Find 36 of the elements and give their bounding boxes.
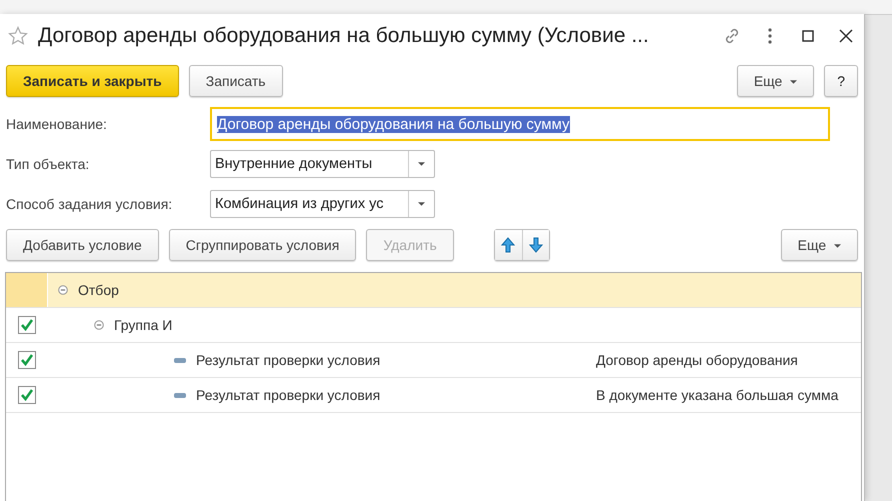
dropdown-arrow-icon [418, 202, 425, 206]
collapse-icon[interactable] [94, 320, 104, 330]
name-field[interactable]: Договор аренды оборудования на большую сумму [210, 107, 830, 141]
tree-item-label: Результат проверки условия [196, 352, 380, 368]
field-label: Способ задания условия: [6, 196, 174, 212]
arrow-up-icon [501, 237, 516, 253]
move-up-button[interactable] [494, 230, 522, 260]
checkbox[interactable] [18, 316, 36, 334]
field-label: Тип объекта: [6, 156, 90, 172]
condition-button[interactable]: Сгруппировать условия [168, 229, 356, 261]
condition-value: В документе указана большая сумма [596, 387, 838, 403]
tree-item-label: Результат проверки условия [196, 387, 380, 403]
condition-button[interactable]: Добавить условие [6, 229, 159, 261]
tree-item-label: Отбор [78, 282, 119, 298]
dropdown-field[interactable]: Внутренние документы [210, 150, 435, 178]
arrow-down-icon [528, 237, 543, 253]
collapse-icon[interactable] [58, 285, 68, 295]
checkbox[interactable] [18, 386, 36, 404]
more-button[interactable]: Еще [736, 65, 814, 97]
toolbar-button[interactable]: Записать [188, 65, 283, 97]
field-label: Наименование: [6, 116, 108, 132]
star-icon[interactable] [8, 26, 28, 46]
dropdown-arrow-icon [418, 162, 425, 166]
tree-item-label: Группа И [114, 317, 172, 333]
window-title: Договор аренды оборудования на большую сумму (Условие ... [38, 24, 650, 48]
condition-icon [174, 358, 186, 362]
help-button[interactable]: ? [824, 65, 858, 97]
caret-icon [790, 80, 798, 84]
dropdown-field[interactable]: Комбинация из других ус [210, 190, 435, 218]
toolbar-button[interactable]: Записать и закрыть [6, 65, 179, 97]
condition-value: Договор аренды оборудования [596, 352, 798, 368]
more-button[interactable]: Еще [780, 229, 858, 261]
caret-icon [834, 244, 841, 248]
condition-icon [174, 392, 186, 398]
checkbox[interactable] [18, 351, 36, 369]
move-down-button[interactable] [522, 230, 549, 260]
